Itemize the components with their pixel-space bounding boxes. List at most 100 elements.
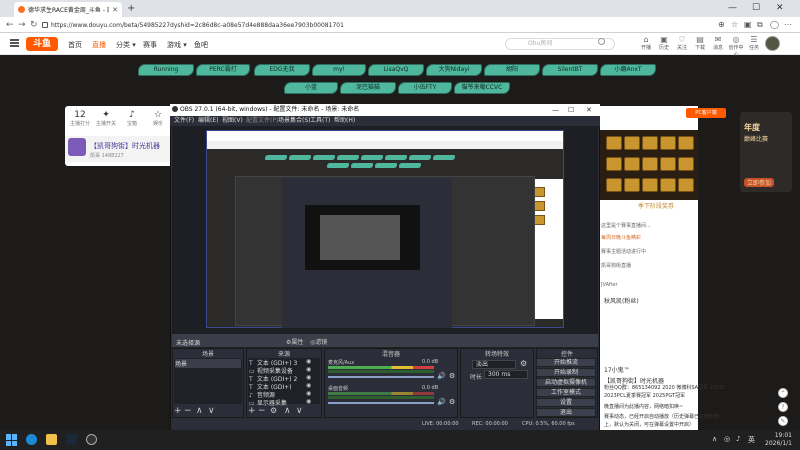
transition-settings-icon[interactable]: ⚙ — [520, 359, 527, 368]
scroll-top-icon[interactable]: ⌃ — [778, 388, 788, 398]
favorite-star-icon[interactable]: ☆ — [731, 19, 738, 31]
volume-icon[interactable]: ♪ — [736, 435, 740, 443]
collections-icon[interactable]: ▣ — [744, 19, 752, 31]
ime-language[interactable]: 英 — [748, 435, 755, 445]
desktop-settings-icon[interactable]: ⚙ — [449, 398, 455, 406]
add-source-button[interactable]: + — [248, 406, 256, 416]
leaf-tag[interactable]: 小磨AnxT — [600, 64, 656, 76]
header-follow-button[interactable]: ♡ 关注 — [674, 35, 690, 51]
leaf-tag[interactable]: Running — [138, 64, 194, 76]
eye-icon[interactable]: ◉ — [306, 390, 311, 397]
mic-speaker-icon[interactable]: 🔊 — [437, 372, 446, 380]
eye-icon[interactable]: ◉ — [306, 398, 311, 405]
stat-score[interactable]: 12 主播打分 — [68, 110, 92, 127]
nav-games[interactable]: 游戏 ▾ — [167, 40, 187, 50]
leaf-tag[interactable]: EDG无我 — [254, 64, 310, 76]
start-streaming-button[interactable]: 开始推流 — [536, 358, 596, 367]
obs-menu-tools[interactable]: 工具(T) — [310, 116, 330, 126]
reload-button[interactable]: ↻ — [30, 18, 38, 32]
leaf-tag[interactable]: my! — [312, 64, 366, 76]
stat-switch[interactable]: ✦ 主播开关 — [94, 110, 118, 127]
feedback-icon[interactable]: ✎ — [778, 416, 788, 426]
mic-volume-slider[interactable] — [328, 376, 434, 378]
obs-close-button[interactable]: ✕ — [586, 104, 592, 116]
tab-close-icon[interactable]: ✕ — [112, 6, 118, 14]
obs-menu-profile[interactable]: 配置文件(P) — [246, 116, 278, 126]
eye-icon[interactable]: ◉ — [306, 382, 311, 389]
scene-up-button[interactable]: ∧ — [196, 406, 203, 416]
eye-icon[interactable]: ◉ — [306, 366, 311, 373]
leaf-tag[interactable]: 猫爷来嘞CCVC — [454, 82, 510, 94]
help-icon[interactable]: ? — [778, 402, 788, 412]
clock-time[interactable]: 19:01 — [760, 432, 792, 439]
tray-chevron-icon[interactable]: ∧ — [712, 435, 717, 443]
streamer-avatar[interactable] — [68, 138, 86, 156]
nav-home[interactable]: 首页 — [68, 40, 82, 50]
douyu-logo[interactable]: 斗鱼 — [26, 37, 58, 51]
start-button[interactable] — [6, 434, 18, 446]
leaf-tag[interactable]: 小蓝 — [284, 82, 338, 94]
nav-live[interactable]: 直播 — [92, 40, 106, 50]
user-avatar[interactable] — [765, 36, 780, 51]
header-creator-button[interactable]: ◎ 创作中心 — [728, 35, 744, 58]
remove-scene-button[interactable]: − — [184, 406, 192, 416]
nav-events[interactable]: 赛事 — [143, 40, 157, 50]
eye-icon[interactable]: ◉ — [306, 374, 311, 381]
obs-menu-help[interactable]: 帮助(H) — [334, 116, 355, 126]
obs-menu-file[interactable]: 文件(F) — [174, 116, 194, 126]
virtual-camera-button[interactable]: 启动虚拟摄像机 — [536, 378, 596, 387]
pc-client-button[interactable]: PC客户端 — [686, 108, 726, 118]
search-icon[interactable] — [598, 38, 605, 45]
scene-down-button[interactable]: ∨ — [208, 406, 215, 416]
stat-box[interactable]: ♪ 宝箱 — [120, 110, 144, 127]
menu-hamburger-icon[interactable] — [10, 39, 19, 47]
file-explorer-icon[interactable] — [46, 434, 57, 445]
extensions-icon[interactable]: ⧉ — [757, 19, 763, 31]
url-field[interactable]: https://www.douyu.com/beta/54985227dyshi… — [42, 19, 702, 31]
studio-mode-button[interactable]: 工作室模式 — [536, 388, 596, 397]
transition-select[interactable]: 淡出 — [472, 360, 516, 369]
header-broadcast-button[interactable]: ⌂ 开播 — [638, 35, 654, 51]
leaf-tag[interactable]: 大狗Nidayi — [426, 64, 482, 76]
header-history-button[interactable]: ▣ 历史 — [656, 35, 672, 51]
start-recording-button[interactable]: 开始录制 — [536, 368, 596, 377]
close-window-button[interactable]: ✕ — [776, 2, 784, 14]
more-menu-icon[interactable]: ⋯ — [784, 19, 792, 31]
leaf-tag[interactable]: 泥巴猫猫 — [340, 82, 396, 94]
source-settings-icon[interactable]: ⚙ — [270, 406, 277, 415]
obs-menu-scene-collection[interactable]: 场景集合(S) — [278, 116, 311, 126]
leaf-tag[interactable]: 小伍FTY — [398, 82, 452, 94]
header-message-button[interactable]: ✉ 消息 — [710, 35, 726, 51]
source-filters-button[interactable]: ◎滤镜 — [310, 337, 327, 346]
source-properties-button[interactable]: ⚙属性 — [286, 337, 303, 346]
back-button[interactable]: ← — [6, 18, 14, 32]
remove-source-button[interactable]: − — [258, 406, 266, 416]
source-down-button[interactable]: ∨ — [296, 406, 303, 416]
forward-button[interactable]: → — [18, 18, 26, 32]
new-tab-button[interactable]: + — [127, 3, 135, 15]
source-up-button[interactable]: ∧ — [284, 406, 291, 416]
add-scene-button[interactable]: + — [174, 406, 182, 416]
leaf-tag[interactable]: 胡阳 — [484, 64, 540, 76]
obs-title-bar[interactable]: OBS 27.0.1 (64-bit, windows) - 配置文件: 未命名… — [170, 104, 600, 116]
exit-button[interactable]: 退出 — [536, 408, 596, 417]
nav-category[interactable]: 分类 ▾ — [116, 40, 136, 50]
obs-menu-edit[interactable]: 编辑(E) — [198, 116, 218, 126]
leaf-tag[interactable]: PERC霸打 — [196, 64, 250, 76]
duration-input[interactable]: 300 ms — [484, 370, 528, 379]
obs-minimize-button[interactable]: — — [552, 104, 559, 116]
obs-maximize-button[interactable]: ☐ — [568, 104, 574, 116]
maximize-button[interactable]: ☐ — [752, 2, 760, 14]
eye-icon[interactable]: ◉ — [306, 358, 311, 365]
obs-taskbar-icon[interactable] — [86, 434, 97, 445]
header-download-button[interactable]: ▤ 下载 — [692, 35, 708, 51]
zoom-icon[interactable]: ⊕ — [718, 19, 725, 31]
scene-item[interactable]: 场景 — [175, 359, 241, 368]
mic-settings-icon[interactable]: ⚙ — [449, 372, 455, 380]
steam-icon[interactable] — [66, 434, 77, 445]
desktop-volume-slider[interactable] — [328, 402, 434, 404]
profile-icon[interactable]: ◯ — [770, 19, 779, 31]
network-icon[interactable]: ◎ — [724, 435, 730, 443]
stat-fun[interactable]: ☆ 娱乐 — [146, 110, 170, 127]
obs-menu-view[interactable]: 视图(V) — [222, 116, 243, 126]
